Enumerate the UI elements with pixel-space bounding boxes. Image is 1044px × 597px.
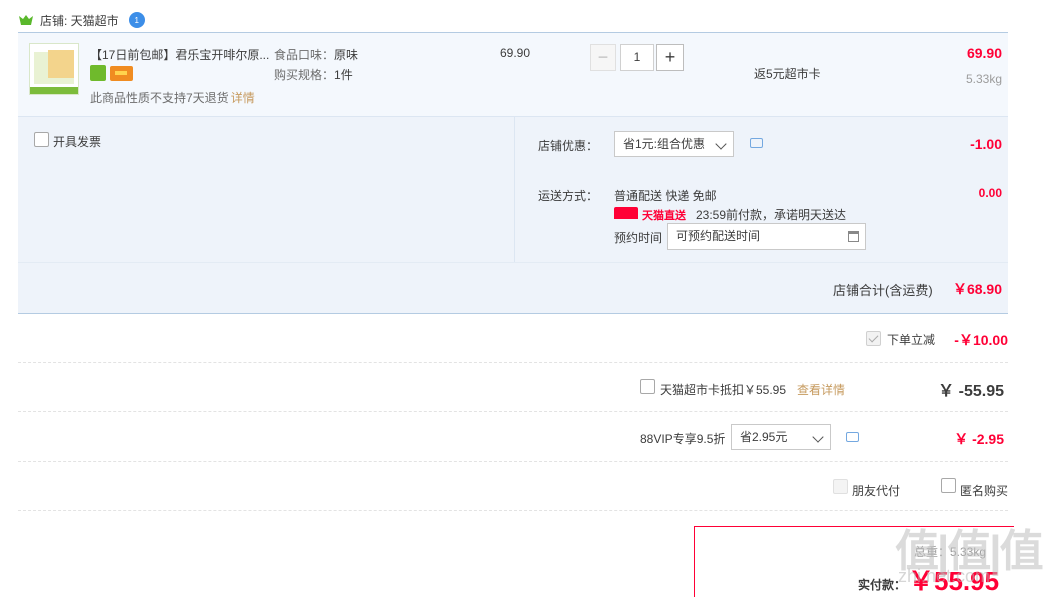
card-tag-icon [110, 66, 133, 81]
item-weight: 5.33kg [965, 72, 1002, 86]
no-return-notice: 此商品性质不支持7天退货 详情 [90, 91, 255, 105]
item-title[interactable]: 【17日前包邮】君乐宝开啡尔原... [90, 46, 269, 63]
shipping-method: 普通配送 快递 免邮 [614, 189, 717, 203]
shop-name[interactable]: 店铺: 天猫超市 [40, 12, 119, 29]
shop-discount-select[interactable]: 省1元:组合优惠 [614, 131, 734, 157]
message-icon[interactable] [750, 138, 763, 148]
vip-discount-amount: ￥ -2.95 [954, 431, 1004, 447]
divider [18, 313, 1008, 314]
supermarket-card-amount: ￥ -55.95 [938, 383, 1004, 400]
invoice-checkbox[interactable] [34, 132, 49, 147]
divider [18, 411, 1008, 412]
unit-price: 69.90 [500, 46, 531, 60]
delivery-promise: 23:59前付款，承诺明天送达 [696, 208, 847, 222]
shipping-label: 运送方式： [538, 189, 599, 203]
anonymous-checkbox[interactable] [941, 478, 956, 493]
rebate-text: 返5元超市卡 [754, 67, 821, 81]
invoice-label[interactable]: 开具发票 [53, 133, 101, 150]
shop-total-label: 店铺合计(含运费) [833, 283, 933, 298]
chevron-down-icon [812, 431, 824, 443]
instant-discount-checkbox[interactable] [866, 331, 881, 346]
message-icon[interactable] [846, 432, 859, 442]
appointment-label: 预约时间 [614, 231, 663, 245]
divider [18, 510, 1008, 511]
supermarket-card-label[interactable]: 天猫超市卡抵扣￥55.95 [660, 381, 786, 398]
item-spec: 购买规格：1件 [274, 68, 353, 82]
shop-total-amount: ￥68.90 [952, 281, 1002, 297]
view-details-link[interactable]: 查看详情 [797, 381, 845, 398]
divider [514, 117, 515, 262]
instant-discount-label: 下单立减 [887, 333, 936, 347]
tmall-direct-label: 天猫直送 [642, 210, 686, 222]
calendar-icon[interactable] [848, 231, 859, 242]
friend-pay-checkbox[interactable] [833, 479, 848, 494]
friend-pay-label[interactable]: 朋友代付 [852, 482, 900, 499]
shop-discount-amount: -1.00 [970, 136, 1002, 152]
tmall-logo-icon [614, 207, 638, 219]
vip-discount-select[interactable]: 省2.95元 [731, 424, 831, 450]
watermark-site: zhi.net.com [898, 566, 991, 586]
chat-badge-icon[interactable]: 1 [128, 12, 145, 28]
divider [18, 461, 1008, 462]
detail-link[interactable]: 详情 [231, 91, 255, 105]
item-flavor: 食品口味：原味 [274, 48, 359, 62]
item-thumbnail[interactable] [29, 43, 79, 95]
instant-discount-amount: -￥10.00 [954, 332, 1008, 348]
quantity-decrease-button[interactable]: − [590, 44, 616, 71]
anonymous-label[interactable]: 匿名购买 [960, 482, 1008, 499]
shop-header: 店铺: 天猫超市 1 [18, 10, 145, 30]
guarantee-tag-icon [90, 65, 106, 81]
quantity-input[interactable]: 1 [620, 44, 654, 71]
quantity-increase-button[interactable]: + [656, 44, 684, 71]
appointment-time-field[interactable]: 可预约配送时间 [667, 223, 866, 250]
shop-icon [19, 15, 33, 25]
shop-discount-label: 店铺优惠： [538, 139, 599, 153]
item-total: 69.90 [966, 45, 1002, 61]
supermarket-card-checkbox[interactable] [640, 379, 655, 394]
shipping-fee: 0.00 [978, 186, 1002, 200]
vip-discount-label: 88VIP专享9.5折 [640, 432, 726, 446]
chevron-down-icon [715, 138, 727, 150]
divider [18, 362, 1008, 363]
